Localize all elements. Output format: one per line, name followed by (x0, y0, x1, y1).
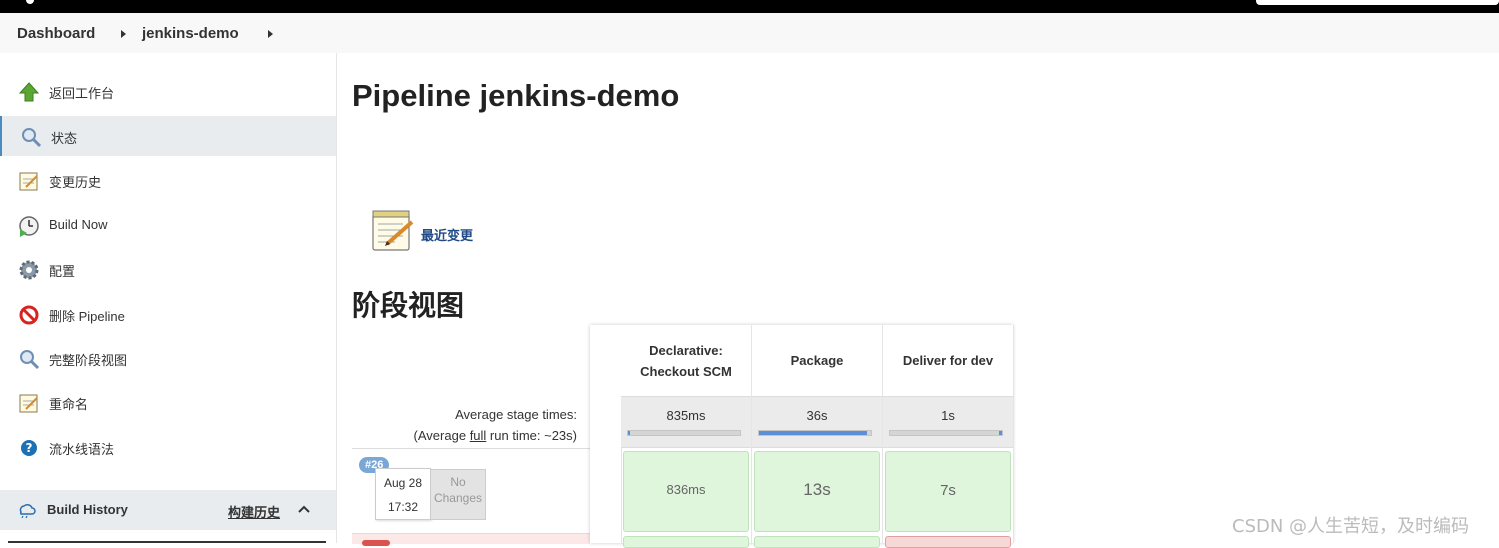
stage-name-line2: Checkout SCM (640, 363, 732, 379)
sidebar-item-configure[interactable]: 配置 (0, 249, 336, 289)
sidebar-item-build-now[interactable]: Build Now (0, 205, 336, 245)
average-stage-times-label: Average stage times: (Average full run t… (352, 404, 577, 446)
sidebar-item-label: 完整阶段视图 (49, 353, 128, 368)
stage-average-bar (758, 430, 872, 436)
stage-average-bar-fill (628, 431, 630, 435)
stage-duration-cell-next[interactable] (623, 536, 749, 548)
stage-average: 835ms (621, 396, 751, 448)
sidebar-item-label: Build Now (49, 217, 108, 232)
stage-name-line1: Deliver for dev (902, 353, 994, 368)
run-time: 17:32 (387, 500, 419, 514)
average-run-time-prefix: (Average (413, 428, 470, 443)
stage-table-gutter (590, 325, 622, 543)
sidebar-item-label: 状态 (51, 131, 78, 146)
sidebar-item-rename[interactable]: 重命名 (0, 382, 336, 422)
stage-average-bar (627, 430, 741, 436)
sidebar-item-label: 返回工作台 (49, 86, 115, 101)
magnifier-icon (20, 350, 40, 370)
breadcrumb: Dashboard jenkins-demo (0, 13, 1499, 53)
search-box[interactable] (1256, 0, 1499, 5)
stage-duration: 836ms (666, 482, 706, 497)
sidebar-item-back-to-workspace[interactable]: 返回工作台 (0, 71, 336, 111)
build-history-title: Build History (47, 502, 128, 517)
stage-average-bar-fill (759, 431, 867, 435)
stage-duration-cell-next[interactable] (754, 536, 880, 548)
run-changes-box[interactable]: No Changes (430, 469, 486, 520)
stage-duration-cell-next-failed[interactable] (885, 536, 1011, 548)
help-icon: ? (21, 440, 37, 456)
full-run-time-link[interactable]: full (470, 428, 487, 443)
no-changes-line2: Changes (433, 491, 483, 505)
stage-duration: 13s (803, 480, 831, 499)
stage-column-checkout: Declarative: Checkout SCM 835ms 836ms (621, 325, 752, 548)
no-entry-icon (19, 305, 39, 325)
average-stage-times-text: Average stage times: (455, 407, 577, 422)
sidebar-item-label: 重命名 (49, 397, 89, 412)
sidebar-item-full-stage-view[interactable]: 完整阶段视图 (0, 338, 336, 378)
stage-name-line1: Declarative: (649, 342, 723, 358)
stage-header: Deliver for dev (883, 325, 1013, 396)
stage-average-time: 36s (806, 408, 828, 423)
jenkins-logo[interactable] (26, 0, 34, 4)
sidebar: 返回工作台 状态 变更历史 Build Now 配置 删除 Pipeline 完… (0, 53, 337, 543)
notepad-icon (19, 172, 38, 191)
stage-header: Declarative: Checkout SCM (621, 325, 751, 396)
chevron-up-icon[interactable] (296, 502, 312, 516)
sidebar-item-label: 删除 Pipeline (49, 309, 125, 324)
watermark: CSDN @人生苦短，及时编码 (1232, 516, 1470, 537)
sidebar-item-delete-pipeline[interactable]: 删除 Pipeline (0, 294, 336, 334)
sidebar-item-change-history[interactable]: 变更历史 (0, 160, 336, 200)
no-changes-line1: No (450, 475, 466, 489)
stage-column-deliver-for-dev: Deliver for dev 1s 7s (883, 325, 1014, 548)
stage-average: 1s (883, 396, 1013, 448)
page-title: Pipeline jenkins-demo (352, 78, 680, 113)
svg-text:?: ? (26, 441, 33, 455)
stage-duration: 7s (940, 482, 956, 499)
recent-changes-link[interactable]: 最近变更 (421, 225, 473, 244)
breadcrumb-dashboard[interactable]: Dashboard (17, 25, 95, 42)
sidebar-item-label: 变更历史 (49, 175, 102, 190)
build-history-link[interactable]: 构建历史 (228, 502, 280, 521)
notepad-icon[interactable] (369, 208, 415, 254)
stage-view-title: 阶段视图 (352, 290, 465, 321)
build-history-header: Build History 构建历史 (0, 490, 336, 530)
stage-duration-cell[interactable]: 836ms (623, 451, 749, 532)
breadcrumb-jenkins-demo[interactable]: jenkins-demo (142, 25, 239, 42)
stage-name-line1: Package (790, 353, 844, 368)
run-date: Aug 28 (383, 476, 423, 490)
sidebar-item-label: 配置 (49, 264, 76, 279)
cloud-weather-icon (19, 504, 36, 519)
stage-view-table: Declarative: Checkout SCM 835ms 836ms Pa… (590, 325, 1014, 548)
run-number-badge-next[interactable] (362, 540, 390, 546)
stage-duration-cell[interactable]: 13s (754, 451, 880, 532)
sidebar-item-status[interactable]: 状态 (0, 116, 336, 156)
run-date-card: Aug 28 17:32 (375, 468, 431, 520)
stage-header: Package (752, 325, 882, 396)
up-arrow-icon (18, 82, 40, 102)
sidebar-item-label: 流水线语法 (49, 442, 115, 457)
average-run-time-text: (Average full run time: ~23s) (352, 425, 577, 446)
magnifier-icon (22, 128, 42, 148)
stage-average-time: 835ms (666, 408, 706, 423)
stage-average: 36s (752, 396, 882, 448)
top-header-bar (0, 0, 1499, 13)
clock-build-icon (19, 216, 39, 237)
stage-column-package: Package 36s 13s (752, 325, 883, 548)
breadcrumb-chevron-icon[interactable] (268, 30, 273, 38)
average-run-time-suffix: run time: ~23s) (486, 428, 577, 443)
notepad-icon (19, 394, 38, 413)
sidebar-item-pipeline-syntax[interactable]: ? 流水线语法 (0, 427, 336, 467)
gear-icon (19, 260, 39, 280)
stage-average-time: 1s (941, 408, 955, 423)
stage-average-bar (889, 430, 1003, 436)
stage-average-bar-fill (999, 431, 1002, 435)
stage-duration-cell[interactable]: 7s (885, 451, 1011, 532)
breadcrumb-chevron-icon[interactable] (121, 30, 126, 38)
